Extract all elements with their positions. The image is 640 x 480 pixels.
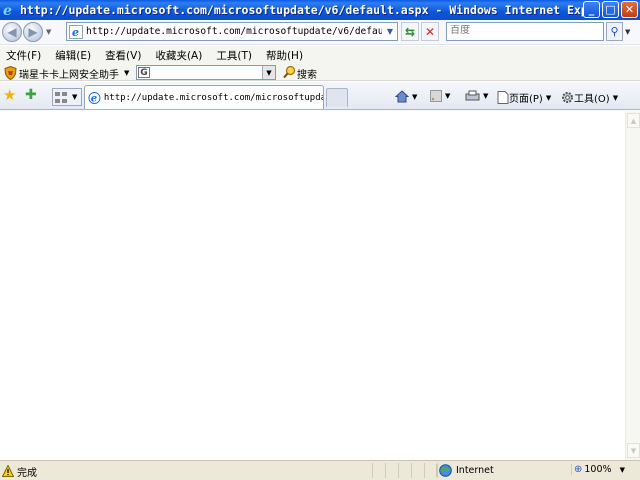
- status-bar: 完成 Internet ⊕ 100% ▼: [0, 460, 640, 480]
- home-button[interactable]: ▼: [395, 90, 417, 103]
- svg-text:e: e: [91, 93, 97, 104]
- tab-active[interactable]: e http://update.microsoft.com/microsoftu…: [84, 85, 324, 109]
- menu-edit[interactable]: 编辑(E): [48, 48, 98, 63]
- address-input[interactable]: [86, 26, 382, 37]
- print-button[interactable]: ▼: [465, 90, 488, 102]
- zoom-dropdown-icon[interactable]: ▼: [620, 466, 625, 474]
- tab-title: http://update.microsoft.com/microsoftupd…: [103, 92, 323, 103]
- page-menu-icon: [497, 91, 509, 104]
- addon-toolbar-label[interactable]: 瑞星卡卡上网安全助手: [19, 66, 119, 81]
- page-menu-label: 页面(P): [509, 94, 543, 105]
- navigation-bar: ◀ ▶ ▼ e ▼ ⇆ ✕ ⚲ ▼: [0, 20, 640, 45]
- stop-button[interactable]: ✕: [421, 22, 439, 41]
- tools-menu-label: 工具(O): [574, 94, 610, 105]
- svg-text:e: e: [3, 3, 12, 18]
- svg-text:e: e: [72, 26, 79, 39]
- window-controls: _ □ ✕: [583, 1, 638, 18]
- magnifier-icon[interactable]: [283, 65, 296, 79]
- menu-bar: 文件(F) 编辑(E) 查看(V) 收藏夹(A) 工具(T) 帮助(H): [0, 46, 640, 64]
- page-menu-button[interactable]: 页面(P) ▼: [497, 90, 551, 105]
- scroll-up-icon[interactable]: ▲: [627, 113, 640, 128]
- feeds-dropdown-icon[interactable]: ▼: [445, 92, 450, 100]
- forward-button[interactable]: ▶: [23, 22, 43, 42]
- toolbar-search-button[interactable]: 搜索: [297, 66, 317, 81]
- zoom-level: 100%: [584, 464, 612, 475]
- menu-help[interactable]: 帮助(H): [259, 48, 310, 63]
- print-dropdown-icon[interactable]: ▼: [483, 92, 488, 100]
- menu-file[interactable]: 文件(F): [0, 48, 48, 63]
- search-input[interactable]: [450, 25, 604, 36]
- tools-menu-button[interactable]: 工具(O) ▼: [561, 90, 618, 105]
- addon-toolbar: 瑞星卡卡上网安全助手 ▼ G ▼ 搜索: [0, 64, 640, 81]
- maximize-button[interactable]: □: [602, 1, 619, 18]
- address-bar[interactable]: e ▼: [66, 22, 398, 41]
- home-icon: [395, 90, 409, 103]
- page-content[interactable]: [0, 111, 625, 460]
- vertical-scrollbar[interactable]: ▲ ▼: [625, 111, 640, 460]
- home-dropdown-icon[interactable]: ▼: [412, 93, 417, 101]
- shield-icon: [4, 66, 17, 80]
- ie-logo-icon: e: [3, 3, 12, 18]
- tab-bar: ★ ✚ ▼ e http://update.microsoft.com/micr…: [0, 82, 640, 110]
- menu-tools[interactable]: 工具(T): [209, 48, 259, 63]
- zone-label: Internet: [456, 465, 494, 476]
- close-button[interactable]: ✕: [621, 1, 638, 18]
- warning-icon: [2, 465, 14, 477]
- feeds-button[interactable]: ▼: [430, 90, 450, 102]
- new-tab-button[interactable]: [326, 88, 348, 107]
- search-options-dropdown-icon[interactable]: ▼: [625, 28, 630, 36]
- window-title: http://update.microsoft.com/microsoftupd…: [20, 3, 585, 17]
- quick-tabs-icon: [55, 91, 67, 103]
- scroll-down-icon[interactable]: ▼: [627, 443, 640, 458]
- menu-view[interactable]: 查看(V): [98, 48, 148, 63]
- page-menu-dropdown-icon[interactable]: ▼: [546, 94, 551, 102]
- search-box[interactable]: [446, 22, 604, 41]
- address-dropdown-icon[interactable]: ▼: [383, 23, 397, 40]
- toolbar-search-field[interactable]: G ▼: [136, 65, 276, 80]
- toolbar-search-dropdown-icon[interactable]: ▼: [262, 66, 275, 79]
- add-favorite-icon[interactable]: ✚: [25, 88, 37, 102]
- status-panels: [360, 463, 438, 478]
- page-icon: e: [88, 91, 101, 104]
- menu-favorites[interactable]: 收藏夹(A): [148, 48, 209, 63]
- minimize-button[interactable]: _: [583, 1, 600, 18]
- security-zone[interactable]: Internet: [436, 464, 494, 477]
- addon-dropdown-icon[interactable]: ▼: [124, 69, 129, 77]
- tools-menu-dropdown-icon[interactable]: ▼: [613, 94, 618, 102]
- search-engine-icon: G: [138, 67, 150, 78]
- gear-icon: [562, 92, 573, 103]
- globe-icon: [439, 464, 452, 477]
- recent-pages-dropdown-icon[interactable]: ▼: [46, 28, 51, 36]
- title-bar: e http://update.microsoft.com/microsoftu…: [0, 0, 640, 20]
- refresh-button[interactable]: ⇆: [401, 22, 419, 41]
- printer-icon: [465, 90, 480, 101]
- zoom-icon: ⊕: [574, 464, 583, 475]
- search-go-icon[interactable]: ⚲: [606, 22, 623, 41]
- quick-tabs-button[interactable]: ▼: [52, 88, 82, 106]
- favorites-star-icon[interactable]: ★: [3, 88, 16, 103]
- rss-feed-icon: [430, 90, 442, 102]
- tab-list-dropdown-icon[interactable]: ▼: [72, 93, 77, 101]
- back-button[interactable]: ◀: [2, 22, 22, 42]
- status-text: 完成: [17, 468, 37, 479]
- page-icon: e: [69, 24, 83, 39]
- zoom-control[interactable]: ⊕ 100% ▼: [571, 464, 625, 475]
